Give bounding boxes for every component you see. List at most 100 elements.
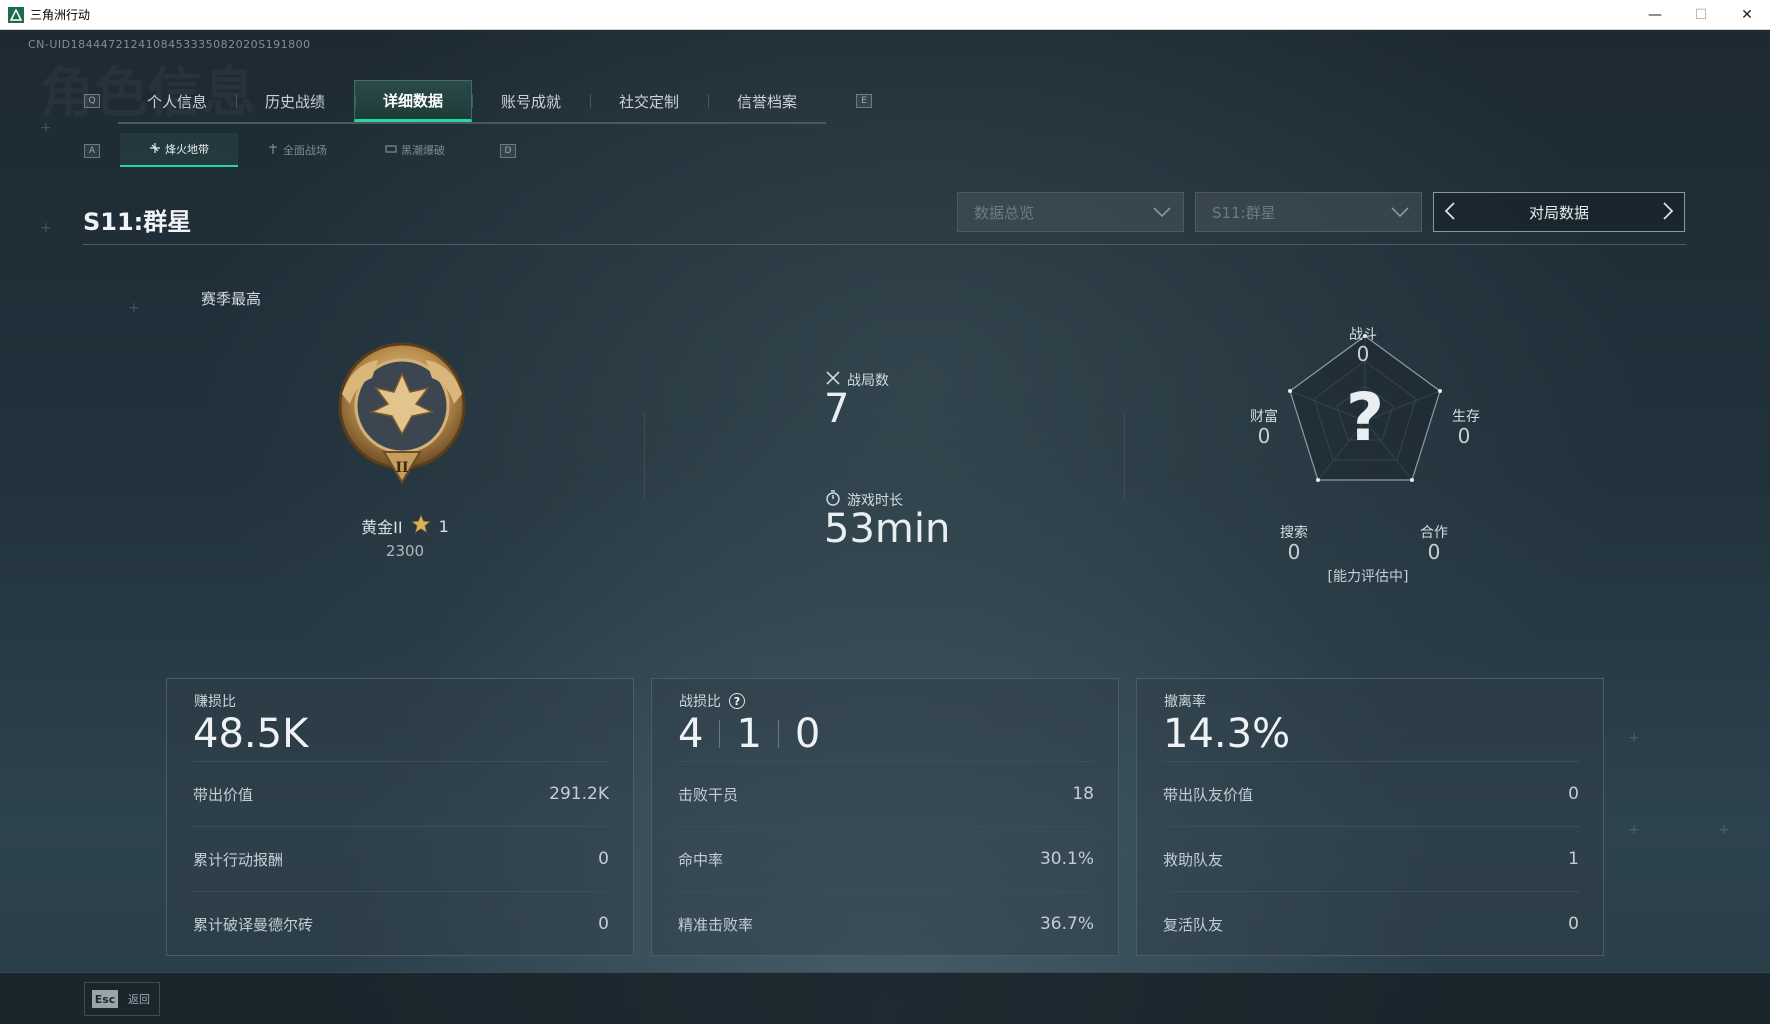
stat-row-value: 0 (598, 849, 609, 869)
star-icon (410, 513, 431, 538)
card-label: 撤离率 (1164, 694, 1206, 710)
stat-row-label: 累计破译曼德尔砖 (193, 915, 314, 934)
match-data-pager: 对局数据 (1433, 192, 1685, 232)
subtab-label: 烽火地带 (165, 143, 209, 156)
stat-row-value: 30.1% (1039, 849, 1094, 869)
radar-value-cooperation: 0 (1427, 540, 1441, 564)
radar-value-combat: 0 (1356, 342, 1370, 366)
battlefield-icon (267, 143, 279, 158)
help-icon[interactable]: ? (729, 693, 745, 709)
season-best-label: 赛季最高 (201, 290, 262, 308)
subtab-label: 黑潮爆破 (401, 144, 445, 157)
tab-personal-info[interactable]: 个人信息 (118, 80, 236, 122)
dropdown-value: S11:群星 (1212, 203, 1276, 222)
maximize-button[interactable]: ☐ (1678, 0, 1724, 30)
sub-tab-bar: 烽火地带 全面战场 黑潮爆破 (120, 133, 474, 167)
beacon-icon (149, 142, 161, 157)
stat-row: 救助队友 1 (1163, 826, 1579, 891)
radar-axis-cooperation: 合作 (1420, 525, 1448, 541)
subtab-demolition[interactable]: 黑潮爆破 (356, 133, 474, 167)
minimize-button[interactable]: — (1632, 0, 1678, 30)
subtab-label: 全面战场 (283, 144, 327, 157)
rank-tier: 黄金II (361, 518, 403, 537)
prev-subtab-key-hint[interactable]: A (84, 144, 100, 158)
chevron-right-icon[interactable] (1662, 201, 1674, 226)
radar-axis-wealth: 财富 (1250, 409, 1278, 425)
matches-value: 7 (824, 386, 850, 432)
profit-card: 赚损比 48.5K 带出价值 291.2K 累计行动报酬 0 累计破译曼德尔砖 … (166, 678, 634, 956)
stat-row-value: 0 (1568, 784, 1579, 804)
tab-credit-record[interactable]: 信誉档案 (708, 80, 826, 122)
demolition-icon (385, 143, 397, 158)
gold-rank-medal-icon: II (332, 334, 472, 494)
stat-row-label: 累计行动报酬 (193, 850, 284, 869)
extraction-card: 撤离率 14.3% 带出队友价值 0 救助队友 1 复活队友 0 (1136, 678, 1604, 956)
rank-stars: 1 (438, 516, 449, 536)
close-button[interactable]: ✕ (1724, 0, 1770, 30)
svg-text:II: II (395, 460, 408, 476)
stat-row: 带出价值 291.2K (193, 761, 609, 826)
radar-axis-survival: 生存 (1452, 409, 1480, 425)
death-count: 1 (736, 711, 762, 757)
card-label: 赚损比 (194, 694, 236, 710)
tab-match-history[interactable]: 历史战绩 (236, 80, 354, 122)
stat-row: 复活队友 0 (1163, 891, 1579, 956)
season-dropdown[interactable]: S11:群星 (1195, 192, 1422, 232)
kill-count: 4 (678, 711, 704, 757)
player-uid: CN-UID1844472124108453335082020S191800 (28, 38, 311, 51)
playtime-value: 53min (824, 506, 951, 552)
kda-card: 战损比 ? 4 1 0 击败干员 18 命中率 30.1% 精准击败率 36.7… (651, 678, 1119, 956)
chevron-down-icon (1389, 201, 1411, 223)
radar-value-wealth: 0 (1257, 424, 1271, 448)
stat-row-value: 36.7% (1039, 914, 1094, 934)
subtab-beacon-zone[interactable]: 烽火地带 (120, 133, 238, 167)
game-viewport: 角色信息 CN-UID1844472124108453335082020S191… (0, 30, 1770, 1024)
prev-tab-key-hint[interactable]: Q (84, 94, 100, 108)
next-tab-key-hint[interactable]: E (856, 94, 872, 108)
stat-row-value: 0 (598, 914, 609, 934)
radar-axis-search: 搜索 (1280, 525, 1308, 541)
stat-row: 累计行动报酬 0 (193, 826, 609, 891)
section-divider (1124, 413, 1125, 501)
stat-row: 击败干员 18 (678, 761, 1094, 826)
stat-row-label: 复活队友 (1163, 915, 1224, 934)
stat-row-label: 击败干员 (678, 785, 739, 804)
header-divider (83, 244, 1686, 245)
stat-row-label: 带出价值 (193, 785, 254, 804)
chevron-down-icon (1151, 201, 1173, 223)
rank-score: 2300 (385, 542, 425, 560)
assist-count: 0 (794, 711, 821, 757)
card-label-group: 战损比 ? (679, 691, 745, 711)
stat-row: 精准击败率 36.7% (678, 891, 1094, 956)
section-divider (644, 413, 645, 501)
stat-row: 命中率 30.1% (678, 826, 1094, 891)
stat-row: 累计破译曼德尔砖 0 (193, 891, 609, 956)
next-subtab-key-hint[interactable]: D (500, 144, 516, 158)
tab-achievements[interactable]: 账号成就 (472, 80, 590, 122)
radar-status: [能力评估中] (1327, 569, 1409, 585)
tab-detailed-data[interactable]: 详细数据 (354, 80, 472, 122)
app-icon (8, 6, 24, 23)
stat-row-label: 精准击败率 (678, 915, 754, 934)
tab-social-customization[interactable]: 社交定制 (590, 80, 708, 122)
stat-row-value: 0 (1568, 914, 1579, 934)
pager-label: 对局数据 (1528, 203, 1589, 222)
kda-values: 4 1 0 (678, 711, 820, 757)
radar-center-mark: ? (1346, 379, 1384, 456)
dropdown-value: 数据总览 (974, 203, 1035, 222)
stat-row-value: 1 (1568, 849, 1579, 869)
stat-row-label: 命中率 (678, 850, 724, 869)
subtab-full-battlefield[interactable]: 全面战场 (238, 133, 356, 167)
rank-tier-line: 黄金II 1 (340, 513, 470, 538)
page-title: S11:群星 (83, 208, 192, 236)
card-value: 14.3% (1163, 711, 1291, 757)
stat-row-value: 291.2K (549, 784, 609, 804)
stat-row: 带出队友价值 0 (1163, 761, 1579, 826)
stat-row-value: 18 (1072, 784, 1094, 804)
stat-row-label: 带出队友价值 (1163, 785, 1254, 804)
data-overview-dropdown[interactable]: 数据总览 (957, 192, 1184, 232)
stat-row-label: 救助队友 (1163, 850, 1224, 869)
matches-label: 战局数 (847, 373, 889, 389)
window-title: 三角洲行动 (30, 8, 91, 22)
chevron-left-icon[interactable] (1444, 201, 1456, 226)
